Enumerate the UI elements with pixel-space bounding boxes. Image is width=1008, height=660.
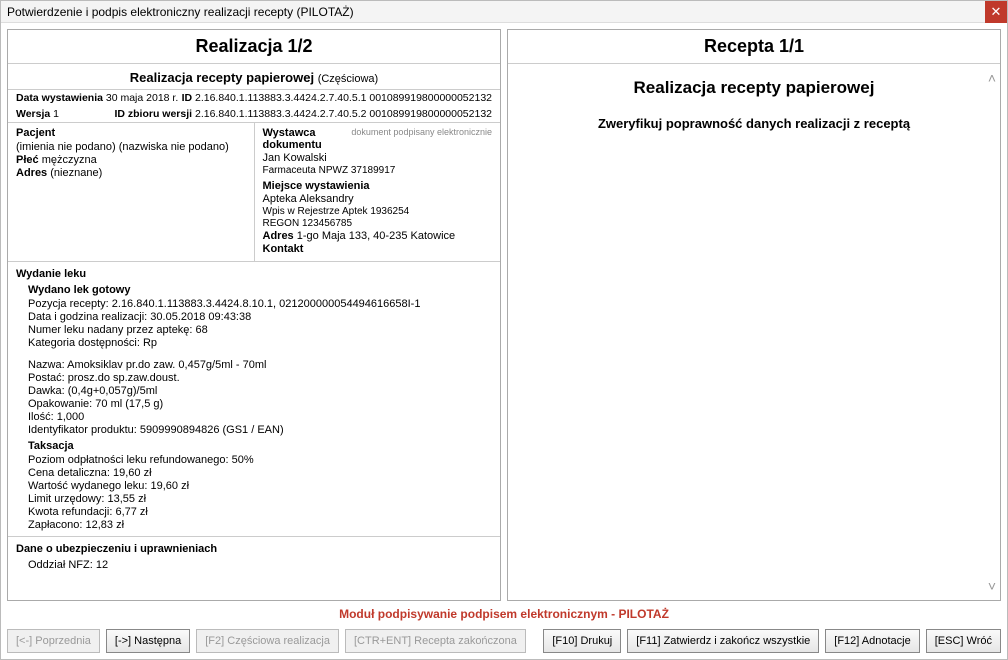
approve-all-button[interactable]: [F11] Zatwierdz i zakończ wszystkie [627,629,819,653]
patient-sex-value: mężczyzna [42,154,97,166]
right-title: Realizacja recepty papierowej [508,64,1000,108]
cat-label: Kategoria dostępności: [28,337,140,349]
scroll-up-icon[interactable]: ˄ [988,70,996,86]
vset-label: ID zbioru wersji [114,108,192,120]
dose-label: Dawka: [28,385,65,397]
module-line: Moduł podpisywanie podpisem elektroniczn… [1,601,1007,625]
left-subtitle-text: Realizacja recepty papierowej [130,70,314,85]
place-name: Apteka Aleksandry [263,193,493,205]
prev-button: [<-] Poprzednia [7,629,100,653]
issuer-col: dokument podpisany elektronicznie Wystaw… [255,123,501,261]
num-label: Numer leku nadany przez aptekę: [28,324,192,336]
right-pane-header: Recepta 1/1 [508,30,1000,64]
insurance-title: Dane o ubezpieczeniu i uprawnieniach [16,543,492,555]
name-label: Nazwa: [28,359,65,371]
refamt-label: Kwota refundacji: [28,506,112,518]
right-message: Zweryfikuj poprawność danych realizacji … [508,108,1000,139]
close-button[interactable]: ✕ [985,1,1007,23]
version-value: 1 [53,108,59,120]
issuer-addr-label: Adres [263,230,294,242]
value-value: 19,60 zł [151,480,190,492]
scroll-down-icon[interactable]: ˅ [988,578,996,594]
price-value: 19,60 zł [113,467,152,479]
dt-value: 30.05.2018 09:43:38 [150,311,251,323]
date-value: 30 maja 2018 r. [106,92,178,104]
nfz-label: Oddział NFZ: [28,559,93,571]
issuer-addr-value: 1-go Maja 133, 40-235 Katowice [297,230,455,242]
limit-label: Limit urzędowy: [28,493,104,505]
pack-value: 70 ml (17,5 g) [95,398,163,410]
patient-sex-label: Płeć [16,154,39,166]
patient-heading: Pacjent [16,127,246,139]
main-window: Potwierdzenie i podpis elektroniczny rea… [0,0,1008,660]
paid-value: 12,83 zł [86,519,125,531]
pid-label: Identyfikator produktu: [28,424,137,436]
vset-value: 2.16.840.1.113883.3.4424.2.7.40.5.2 0010… [195,108,492,120]
partial-button: [F2] Częściowa realizacja [196,629,339,653]
issuer-name: Jan Kowalski [263,152,493,164]
version-label: Wersja [16,108,50,120]
content-area: EZDRO Realizacja 1/2 Realizacja recepty … [1,23,1007,601]
regon: REGON 123456785 [263,218,493,229]
issuer-npwz: Farmaceuta NPWZ 37189917 [263,165,493,176]
annotations-button[interactable]: [F12] Adnotacje [825,629,919,653]
refamt-value: 6,77 zł [115,506,147,518]
patient-name: (imienia nie podano) (nazwiska nie podan… [16,141,246,153]
tax-title: Taksacja [28,440,492,452]
contact-label: Kontakt [263,243,304,255]
patient-issuer-row: Pacjent (imienia nie podano) (nazwiska n… [8,123,500,262]
value-label: Wartość wydanego leku: [28,480,147,492]
patient-addr-value: (nieznane) [50,167,102,179]
right-pane: Recepta 1/1 ˄ Realizacja recepty papiero… [507,29,1001,601]
name-value: Amoksiklav pr.do zaw. 0,457g/5ml - 70ml [67,359,266,371]
insurance-section: Dane o ubezpieczeniu i uprawnieniach Odd… [8,537,500,576]
done-button: [CTR+ENT] Recepta zakończona [345,629,526,653]
dt-label: Data i godzina realizacji: [28,311,147,323]
titlebar: Potwierdzenie i podpis elektroniczny rea… [1,1,1007,23]
ready-title: Wydano lek gotowy [28,284,492,296]
date-label: Data wystawienia [16,92,103,104]
paid-label: Zapłacono: [28,519,82,531]
pos-value: 2.16.840.1.113883.3.4424.8.10.1, 0212000… [112,298,421,310]
left-pane-body: Realizacja recepty papierowej (Częściowa… [8,64,500,600]
registry: Wpis w Rejestrze Aptek 1936254 [263,206,493,217]
qty-value: 1,000 [57,411,85,423]
cat-value: Rp [143,337,157,349]
left-pane: Realizacja 1/2 Realizacja recepty papier… [7,29,501,601]
left-subtitle-suffix: (Częściowa) [318,73,379,85]
print-button[interactable]: [F10] Drukuj [543,629,621,653]
left-subtitle: Realizacja recepty papierowej (Częściowa… [8,64,500,90]
dose-value: (0,4g+0,057g)/5ml [68,385,158,397]
price-label: Cena detaliczna: [28,467,110,479]
patient-col: Pacjent (imienia nie podano) (nazwiska n… [8,123,255,261]
left-pane-header: Realizacja 1/2 [8,30,500,64]
form-label: Postać: [28,372,65,384]
signature-note: dokument podpisany elektronicznie [351,127,492,137]
meta-row-2: Wersja 1 ID zbioru wersji 2.16.840.1.113… [8,106,500,123]
patient-addr-label: Adres [16,167,47,179]
window-title: Potwierdzenie i podpis elektroniczny rea… [7,5,354,19]
limit-value: 13,55 zł [107,493,146,505]
dispense-title: Wydanie leku [16,268,492,280]
num-value: 68 [196,324,208,336]
refund-value: 50% [232,454,254,466]
next-button[interactable]: [->] Następna [106,629,190,653]
pid-value: 5909990894826 (GS1 / EAN) [140,424,284,436]
pos-label: Pozycja recepty: [28,298,109,310]
form-value: prosz.do sp.zaw.doust. [68,372,180,384]
refund-label: Poziom odpłatności leku refundowanego: [28,454,229,466]
back-button[interactable]: [ESC] Wróć [926,629,1001,653]
pack-label: Opakowanie: [28,398,92,410]
dispense-section: Wydanie leku Wydano lek gotowy Pozycja r… [8,262,500,537]
id-value: 2.16.840.1.113883.3.4424.2.7.40.5.1 0010… [195,92,492,104]
id-label: ID [182,92,193,104]
button-bar: [<-] Poprzednia [->] Następna [F2] Częśc… [1,625,1007,659]
issuer-heading: Wystawca dokumentu [263,127,322,151]
qty-label: Ilość: [28,411,54,423]
place-heading: Miejsce wystawienia [263,180,493,192]
right-pane-body: ˄ Realizacja recepty papierowej Zweryfik… [508,64,1000,600]
meta-row-1: Data wystawienia 30 maja 2018 r. ID 2.16… [8,90,500,106]
nfz-value: 12 [96,559,108,571]
